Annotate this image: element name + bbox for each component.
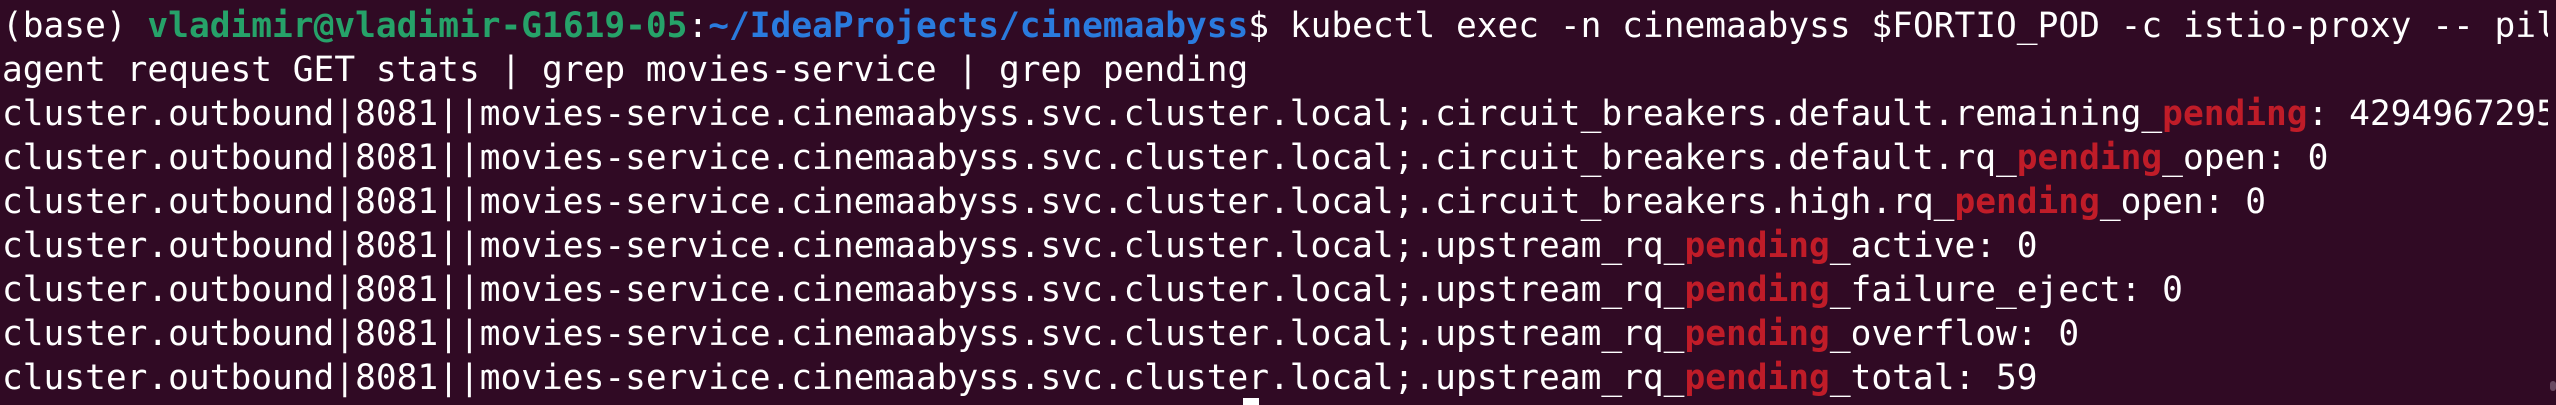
prompt-user-host: vladimir@vladimir-G1619-05 <box>147 6 688 46</box>
output-prefix: cluster.outbound|8081||movies-service.ci… <box>2 314 1685 354</box>
output-line: cluster.outbound|8081||movies-service.ci… <box>2 136 2556 180</box>
grep-match: pending <box>1954 182 2100 222</box>
output-prefix: cluster.outbound|8081||movies-service.ci… <box>2 270 1685 310</box>
output-suffix: _open: 0 <box>2099 182 2267 222</box>
prompt-colon: : <box>687 6 709 46</box>
output-prefix: cluster.outbound|8081||movies-service.ci… <box>2 138 2017 178</box>
output-prefix: cluster.outbound|8081||movies-service.ci… <box>2 226 1685 266</box>
output-prefix: cluster.outbound|8081||movies-service.ci… <box>2 94 2163 134</box>
scrollbar[interactable] <box>2548 0 2556 405</box>
output-suffix: _open: 0 <box>2162 138 2329 178</box>
output-prefix: cluster.outbound|8081||movies-service.ci… <box>2 358 1685 398</box>
command-line-1: (base) vladimir@vladimir-G1619-05:~/Idea… <box>2 4 2556 48</box>
conda-env-label: (base) <box>2 6 148 46</box>
output-line: cluster.outbound|8081||movies-service.ci… <box>2 356 2556 400</box>
output-line: cluster.outbound|8081||movies-service.ci… <box>2 224 2556 268</box>
prompt-path: ~/IdeaProjects/cinemaabyss <box>708 6 1249 46</box>
output-line: cluster.outbound|8081||movies-service.ci… <box>2 312 2556 356</box>
output-prefix: cluster.outbound|8081||movies-service.ci… <box>2 182 1955 222</box>
command-text: kubectl exec -n cinemaabyss $FORTIO_POD … <box>1289 6 2556 46</box>
text-cursor <box>1243 398 1259 405</box>
output-suffix: _total: 59 <box>1829 358 2038 398</box>
command-text-continued: agent request GET stats | grep movies-se… <box>2 50 1249 90</box>
terminal-window[interactable]: (base) vladimir@vladimir-G1619-05:~/Idea… <box>0 0 2556 405</box>
output-suffix: _failure_eject: 0 <box>1829 270 2183 310</box>
grep-match: pending <box>1684 358 1830 398</box>
output-suffix: : 4294967295 <box>2307 94 2556 134</box>
output-line: cluster.outbound|8081||movies-service.ci… <box>2 268 2556 312</box>
output-suffix: _active: 0 <box>1829 226 2038 266</box>
output-line: cluster.outbound|8081||movies-service.ci… <box>2 180 2556 224</box>
grep-match: pending <box>1684 270 1830 310</box>
scrollbar-thumb[interactable] <box>2550 381 2556 391</box>
grep-match: pending <box>2016 138 2163 178</box>
output-line: cluster.outbound|8081||movies-service.ci… <box>2 92 2556 136</box>
command-line-2: agent request GET stats | grep movies-se… <box>2 48 2556 92</box>
output-suffix: _overflow: 0 <box>1829 314 2080 354</box>
grep-match: pending <box>2162 94 2308 134</box>
prompt-symbol: $ <box>1248 6 1290 46</box>
grep-match: pending <box>1684 314 1830 354</box>
grep-match: pending <box>1684 226 1830 266</box>
